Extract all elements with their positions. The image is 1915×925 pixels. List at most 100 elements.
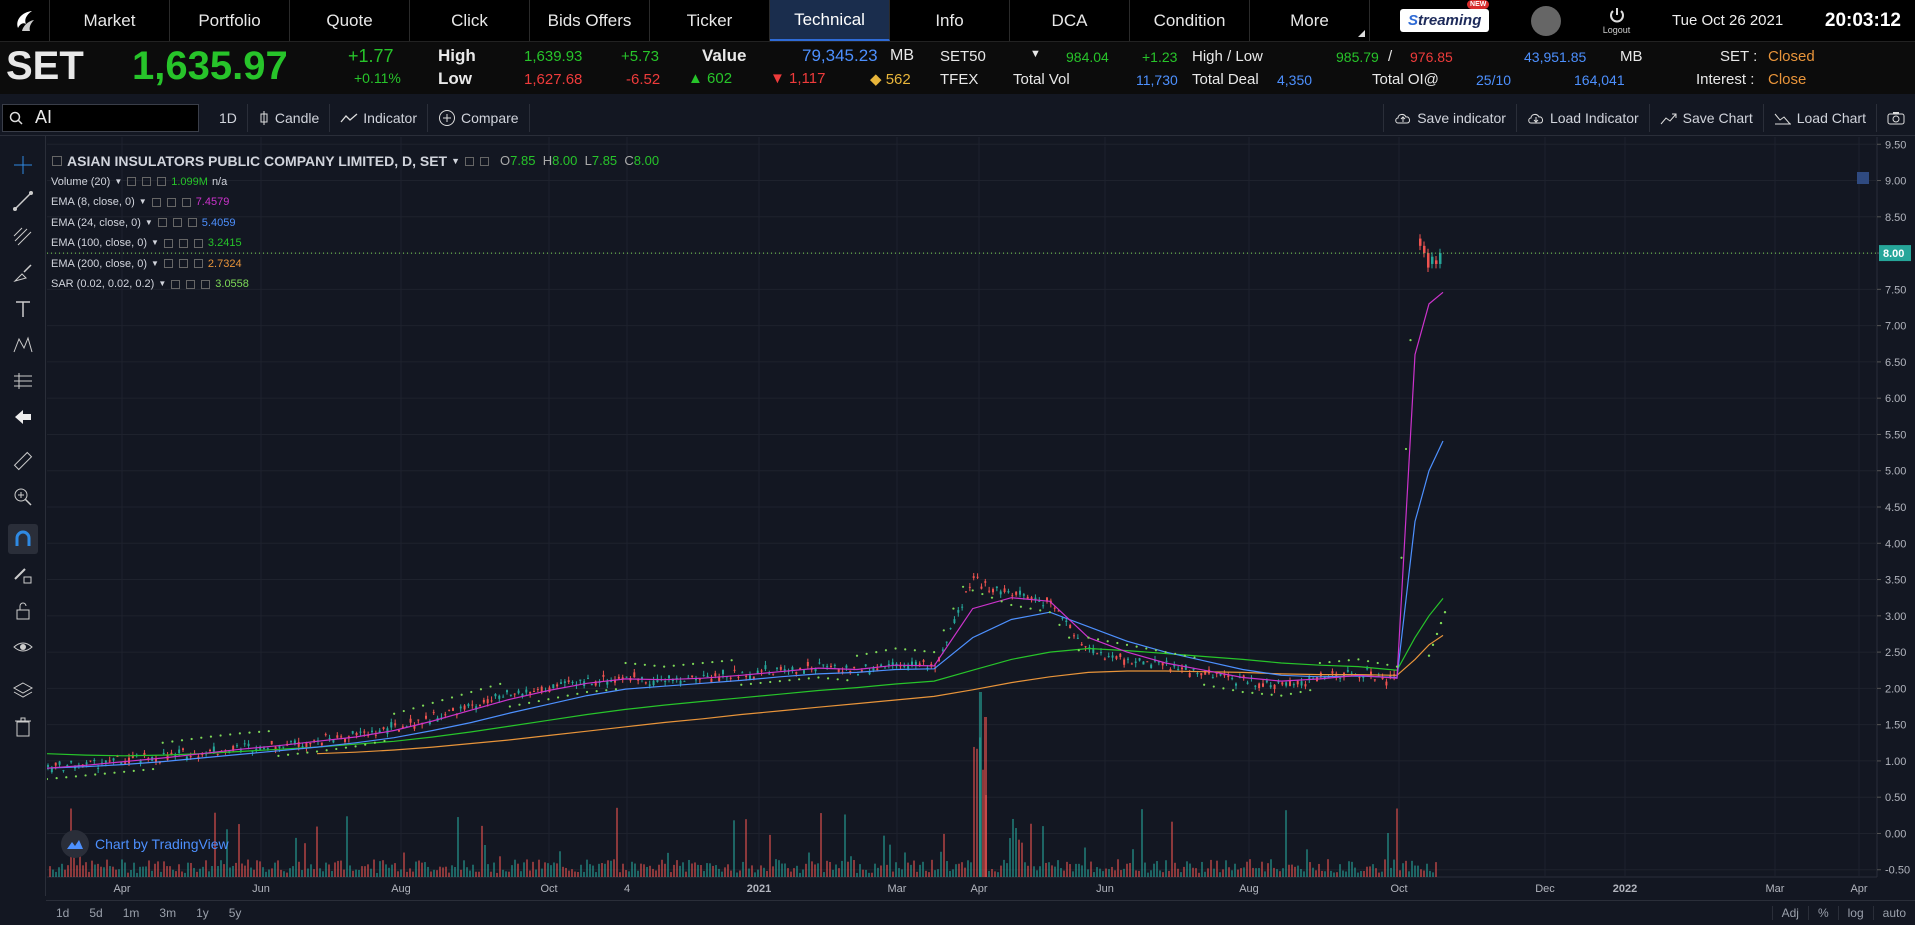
load-chart-button[interactable]: Load Chart <box>1764 103 1877 132</box>
tab-more[interactable]: More <box>1250 0 1370 41</box>
dropdown-icon[interactable]: ▼ <box>145 213 153 234</box>
legend-visibility-icon[interactable] <box>480 156 490 166</box>
tradingview-badge[interactable]: Chart by TradingView <box>61 830 229 858</box>
eye-icon[interactable] <box>178 259 188 269</box>
tab-dca[interactable]: DCA <box>1010 0 1130 41</box>
range-3m[interactable]: 3m <box>149 906 186 920</box>
back-tool[interactable] <box>8 402 38 432</box>
settings-icon[interactable] <box>127 177 137 187</box>
ruler-tool[interactable] <box>8 446 38 476</box>
volume-bar <box>1108 869 1110 877</box>
range-1y[interactable]: 1y <box>186 906 219 920</box>
legend-ema100-row[interactable]: EMA (100, close, 0) ▼ 3.2415 <box>51 233 659 254</box>
legend-volume-row[interactable]: Volume (20) ▼ 1.099M n/a <box>51 172 659 193</box>
set50-dropdown-icon[interactable]: ▼ <box>1030 48 1041 60</box>
log-toggle[interactable]: log <box>1837 906 1873 920</box>
eye-icon[interactable] <box>166 197 176 207</box>
symbol-search-input[interactable] <box>35 107 185 128</box>
tab-technical[interactable]: Technical <box>770 0 890 41</box>
stay-drawing-tool[interactable] <box>8 560 38 590</box>
pattern-tool[interactable] <box>8 330 38 360</box>
dropdown-icon[interactable]: ▼ <box>158 274 166 295</box>
brush-tool[interactable] <box>8 258 38 288</box>
dropdown-icon[interactable]: ▼ <box>151 254 159 275</box>
title-dropdown-icon[interactable]: ▼ <box>451 151 460 172</box>
tab-portfolio[interactable]: Portfolio <box>170 0 290 41</box>
eye-icon[interactable] <box>186 279 196 289</box>
indicator-button[interactable]: Indicator <box>330 103 428 132</box>
load-indicator-button[interactable]: Load Indicator <box>1517 103 1650 132</box>
sar-dot <box>855 654 859 657</box>
interval-button[interactable]: 1D <box>209 103 248 132</box>
legend-ema24-row[interactable]: EMA (24, close, 0) ▼ 5.4059 <box>51 213 659 234</box>
range-1m[interactable]: 1m <box>113 906 150 920</box>
volume-bar <box>151 870 153 877</box>
settings-icon[interactable] <box>151 197 161 207</box>
close-icon[interactable] <box>187 218 197 228</box>
tab-quote[interactable]: Quote <box>290 0 410 41</box>
lock-tool[interactable] <box>8 596 38 626</box>
compare-button[interactable]: Compare <box>428 103 530 132</box>
legend-settings-icon[interactable] <box>465 156 475 166</box>
chart-pane[interactable]: 9.50 9.00 8.50 8.00 7.50 7.00 6.50 6.00 5.50 5.00… <box>45 137 1915 900</box>
legend-sar-row[interactable]: SAR (0.02, 0.02, 0.2) ▼ 3.0558 <box>51 274 659 295</box>
text-tool[interactable] <box>8 294 38 324</box>
settings-icon[interactable] <box>163 238 173 248</box>
save-indicator-button[interactable]: Save indicator <box>1383 103 1517 132</box>
close-icon[interactable] <box>157 177 167 187</box>
save-chart-button[interactable]: Save Chart <box>1650 103 1764 132</box>
dropdown-icon[interactable]: ▼ <box>114 172 122 193</box>
logout-button[interactable]: Logout <box>1603 7 1630 35</box>
close-icon[interactable] <box>181 197 191 207</box>
streaming-brand[interactable]: Streaming NEW <box>1400 0 1490 32</box>
trendline-tool[interactable] <box>8 186 38 216</box>
volume-bar <box>94 864 96 877</box>
settings-icon[interactable] <box>157 218 167 228</box>
close-icon[interactable] <box>193 238 203 248</box>
profile-head-icon[interactable] <box>1531 5 1562 36</box>
tab-info[interactable]: Info <box>890 0 1010 41</box>
eye-icon[interactable] <box>172 218 182 228</box>
candle-button[interactable]: Candle <box>248 103 331 132</box>
collapse-icon[interactable] <box>52 156 62 167</box>
delete-tool[interactable] <box>8 712 38 742</box>
tab-market[interactable]: Market <box>50 0 170 41</box>
range-5d[interactable]: 5d <box>79 906 112 920</box>
volume-bar <box>1063 870 1065 877</box>
eye-icon[interactable] <box>142 177 152 187</box>
legend-symbol-title[interactable]: ASIAN INSULATORS PUBLIC COMPANY LIMITED,… <box>67 151 447 172</box>
app-logo[interactable] <box>0 0 50 41</box>
range-1d[interactable]: 1d <box>46 906 79 920</box>
volume-bar <box>106 859 108 877</box>
set50-label[interactable]: SET50 <box>940 48 986 65</box>
dropdown-icon[interactable]: ▼ <box>151 233 159 254</box>
percent-toggle[interactable]: % <box>1807 906 1838 920</box>
tab-condition[interactable]: Condition <box>1130 0 1250 41</box>
dropdown-icon[interactable]: ▼ <box>139 192 147 213</box>
legend-ema8-row[interactable]: EMA (8, close, 0) ▼ 7.4579 <box>51 192 659 213</box>
visibility-tool[interactable] <box>8 632 38 662</box>
range-5y[interactable]: 5y <box>219 906 252 920</box>
screenshot-button[interactable] <box>1877 104 1915 132</box>
layers-tool[interactable] <box>8 676 38 706</box>
zoom-tool[interactable] <box>8 482 38 512</box>
close-icon[interactable] <box>193 259 203 269</box>
settings-icon[interactable] <box>163 259 173 269</box>
low-value-legend: 7.85 <box>591 153 618 168</box>
eye-icon[interactable] <box>178 238 188 248</box>
settings-icon[interactable] <box>171 279 181 289</box>
close-icon[interactable] <box>201 279 211 289</box>
tab-bids-offers[interactable]: Bids Offers <box>530 0 650 41</box>
sar-dot <box>171 740 174 743</box>
adj-toggle[interactable]: Adj <box>1771 906 1808 920</box>
crosshair-tool[interactable] <box>8 150 38 180</box>
magnet-tool[interactable] <box>7 524 38 554</box>
tab-click[interactable]: Click <box>410 0 530 41</box>
auto-toggle[interactable]: auto <box>1872 906 1915 920</box>
pitchfork-tool[interactable] <box>8 222 38 252</box>
prediction-tool[interactable] <box>8 366 38 396</box>
tab-ticker[interactable]: Ticker <box>650 0 770 41</box>
legend-ema200-row[interactable]: EMA (200, close, 0) ▼ 2.7324 <box>51 254 659 275</box>
symbol-search[interactable] <box>2 103 199 132</box>
volume-bar <box>658 864 660 877</box>
